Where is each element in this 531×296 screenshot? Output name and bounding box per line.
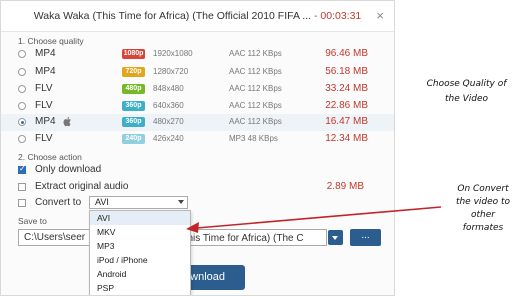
- annotation-arrow: [186, 206, 442, 233]
- annotation-quality-line-2: the Video: [444, 94, 489, 104]
- annotation-quality: Choose Quality of the Video: [404, 77, 529, 107]
- annotation-quality-line-1: Choose Quality of: [426, 79, 507, 89]
- annotation-arrow-line: [196, 206, 442, 229]
- annotation-convert-line-3: other: [471, 210, 495, 220]
- annotation-convert-line-1: On Convert: [457, 184, 509, 194]
- annotation-convert-line-4: formates: [462, 223, 504, 233]
- annotation-convert-line-2: the video to: [455, 197, 511, 207]
- annotation-arrow-head: [186, 222, 199, 233]
- annotation-convert: On Convert the video to other formates: [440, 183, 526, 235]
